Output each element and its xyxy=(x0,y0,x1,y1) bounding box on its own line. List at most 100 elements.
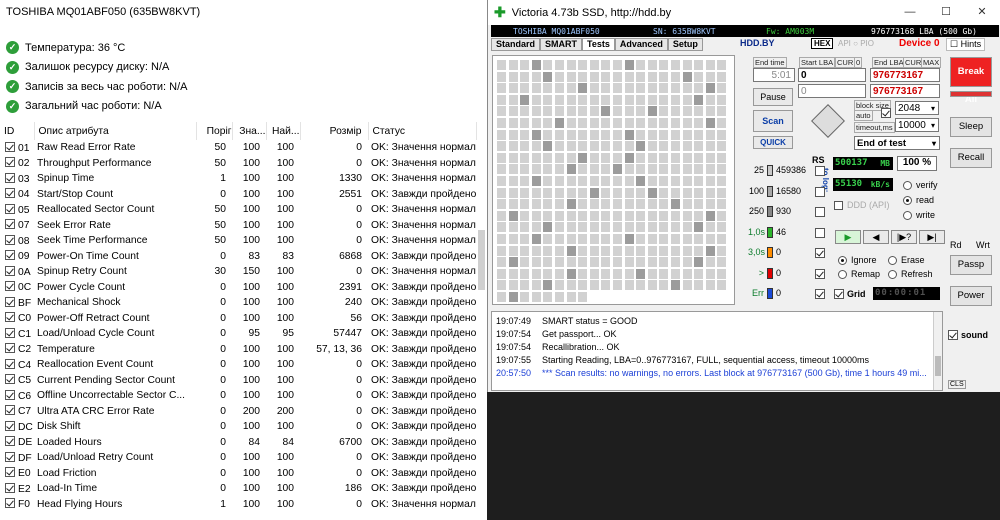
log-checkbox[interactable] xyxy=(815,186,825,197)
tab-advanced[interactable]: Advanced xyxy=(614,38,668,51)
row-checkbox[interactable] xyxy=(5,436,15,447)
table-row[interactable]: 02 Throughput Performance 50 100 100 0 OK: Зна… xyxy=(0,156,476,172)
play-button[interactable]: ▶ xyxy=(835,230,861,244)
row-checkbox[interactable] xyxy=(5,296,15,307)
table-row[interactable]: BF Mechanical Shock 0 100 100 240 OK: Завжди п… xyxy=(0,295,476,311)
direction-pad[interactable] xyxy=(810,103,846,139)
table-row[interactable]: E0 Load Friction 0 100 100 0 OK: Завжди пройде… xyxy=(0,466,476,482)
table-row[interactable]: 05 Reallocated Sector Count 50 100 100 0 OK: З… xyxy=(0,202,476,218)
hex-button[interactable]: HEX xyxy=(811,38,834,49)
minimize-button[interactable]: — xyxy=(892,0,928,25)
end-lba-input[interactable]: 976773167 xyxy=(870,68,940,82)
ignore-radio[interactable]: Ignore xyxy=(838,255,877,265)
column-header[interactable]: Поріг xyxy=(196,122,233,140)
log-scrollbar[interactable] xyxy=(933,312,942,390)
row-checkbox[interactable] xyxy=(5,141,15,152)
start-lba-input[interactable]: 0 xyxy=(798,68,866,82)
table-row[interactable]: 0C Power Cycle Count 0 100 100 2391 OK: Завжди… xyxy=(0,280,476,296)
table-row[interactable]: C0 Power-Off Retract Count 0 100 100 56 OK: За… xyxy=(0,311,476,327)
log-checkbox[interactable] xyxy=(815,166,825,176)
end-of-test-select[interactable]: End of test ▾ xyxy=(854,136,940,150)
table-row[interactable]: C1 Load/Unload Cycle Count 0 95 95 57447 OK: З… xyxy=(0,326,476,342)
column-header[interactable]: Опис атрибута xyxy=(34,122,197,140)
erase-radio[interactable]: Erase xyxy=(888,255,925,265)
row-checkbox[interactable] xyxy=(5,358,15,369)
tab-standard[interactable]: Standard xyxy=(491,38,541,51)
log-checkbox[interactable] xyxy=(815,289,825,299)
sound-checkbox[interactable] xyxy=(948,330,958,340)
row-checkbox[interactable] xyxy=(5,203,15,214)
read-radio[interactable]: read xyxy=(903,195,934,205)
sleep-button[interactable]: Sleep xyxy=(950,117,992,137)
break-all-button[interactable]: Break All xyxy=(950,57,992,105)
power-button[interactable]: Power xyxy=(950,286,992,306)
write-radio[interactable]: write xyxy=(903,210,935,220)
hddby-label[interactable]: HDD.BY xyxy=(740,38,775,48)
row-checkbox[interactable] xyxy=(5,188,15,199)
close-button[interactable]: ✕ xyxy=(964,0,1000,25)
rewind-button[interactable]: ◀ xyxy=(863,230,889,244)
row-checkbox[interactable] xyxy=(5,281,15,292)
column-header[interactable]: Розмір xyxy=(300,122,369,140)
row-checkbox[interactable] xyxy=(5,327,15,338)
pause-button[interactable]: Pause xyxy=(753,88,793,106)
remap-radio[interactable]: Remap xyxy=(838,269,880,279)
verify-radio[interactable]: verify xyxy=(903,180,938,190)
row-checkbox[interactable] xyxy=(5,234,15,245)
tab-setup[interactable]: Setup xyxy=(667,38,703,51)
row-checkbox[interactable] xyxy=(5,172,15,183)
table-row[interactable]: C4 Reallocation Event Count 0 100 100 0 OK: За… xyxy=(0,357,476,373)
tab-tests[interactable]: Tests xyxy=(582,38,615,51)
table-row[interactable]: 08 Seek Time Performance 50 100 100 0 OK: Знач… xyxy=(0,233,476,249)
log-checkbox[interactable] xyxy=(815,248,825,258)
row-checkbox[interactable] xyxy=(5,405,15,416)
table-row[interactable]: C2 Temperature 0 100 100 57, 13, 36 OK: Завжди… xyxy=(0,342,476,358)
row-checkbox[interactable] xyxy=(5,467,15,478)
column-header[interactable]: Статус xyxy=(368,122,477,140)
timeout-select[interactable]: 10000 ▾ xyxy=(895,118,939,132)
column-header[interactable]: Най... xyxy=(266,122,301,140)
skip-button[interactable]: |▶? xyxy=(891,230,917,244)
row-checkbox[interactable] xyxy=(5,157,15,168)
column-header[interactable]: ID xyxy=(0,122,35,140)
row-checkbox[interactable] xyxy=(5,265,15,276)
hints-checkbox[interactable]: ☐ Hints xyxy=(946,38,986,51)
row-checkbox[interactable] xyxy=(5,420,15,431)
table-row[interactable]: E2 Load-In Time 0 100 100 186 OK: Завжди пройд… xyxy=(0,481,476,497)
row-checkbox[interactable] xyxy=(5,312,15,323)
log-checkbox[interactable] xyxy=(815,268,825,279)
table-row[interactable]: C5 Current Pending Sector Count 0 100 100 0 OK… xyxy=(0,373,476,389)
row-checkbox[interactable] xyxy=(5,451,15,462)
grid-checkbox[interactable] xyxy=(834,289,844,299)
recall-button[interactable]: Recall xyxy=(950,148,992,168)
row-checkbox[interactable] xyxy=(5,389,15,400)
end-button[interactable]: ▶| xyxy=(919,230,945,244)
table-row[interactable]: 07 Seek Error Rate 50 100 100 0 OK: Значення н… xyxy=(0,218,476,234)
quick-button[interactable]: QUICK xyxy=(753,136,793,149)
row-checkbox[interactable] xyxy=(5,219,15,230)
maximize-button[interactable]: ☐ xyxy=(928,0,964,25)
table-row[interactable]: 04 Start/Stop Count 0 100 100 2551 OK: Завжди … xyxy=(0,187,476,203)
table-row[interactable]: F0 Head Flying Hours 1 100 100 0 OK: Значення … xyxy=(0,497,476,513)
auto-checkbox[interactable] xyxy=(881,108,891,118)
cls-button[interactable]: CLS xyxy=(948,380,966,389)
api-radio[interactable]: API xyxy=(838,39,851,48)
row-checkbox[interactable] xyxy=(5,250,15,261)
table-row[interactable]: DE Loaded Hours 0 84 84 6700 OK: Завжди пройде… xyxy=(0,435,476,451)
table-scrollbar[interactable] xyxy=(478,230,485,290)
row-checkbox[interactable] xyxy=(5,498,15,509)
pio-radio[interactable]: PIO xyxy=(860,39,874,48)
table-row[interactable]: 03 Spinup Time 1 100 100 1330 OK: Значення нор… xyxy=(0,171,476,187)
scan-button[interactable]: Scan xyxy=(753,110,793,132)
table-row[interactable]: 0A Spinup Retry Count 30 150 100 0 OK: Значенн… xyxy=(0,264,476,280)
refresh-radio[interactable]: Refresh xyxy=(888,269,933,279)
log-checkbox[interactable] xyxy=(815,207,825,217)
row-checkbox[interactable] xyxy=(5,482,15,493)
table-row[interactable]: C6 Offline Uncorrectable Sector C... 0 100 1… xyxy=(0,388,476,404)
row-checkbox[interactable] xyxy=(5,343,15,354)
column-header[interactable]: Зна... xyxy=(232,122,267,140)
table-row[interactable]: 01 Raw Read Error Rate 50 100 100 0 OK: Значен… xyxy=(0,140,476,156)
table-row[interactable]: 09 Power-On Time Count 0 83 83 6868 OK: Завжди… xyxy=(0,249,476,265)
block-size-select[interactable]: 2048 ▾ xyxy=(895,101,939,115)
table-row[interactable]: C7 Ultra ATA CRC Error Rate 0 200 200 0 OK: За… xyxy=(0,404,476,420)
